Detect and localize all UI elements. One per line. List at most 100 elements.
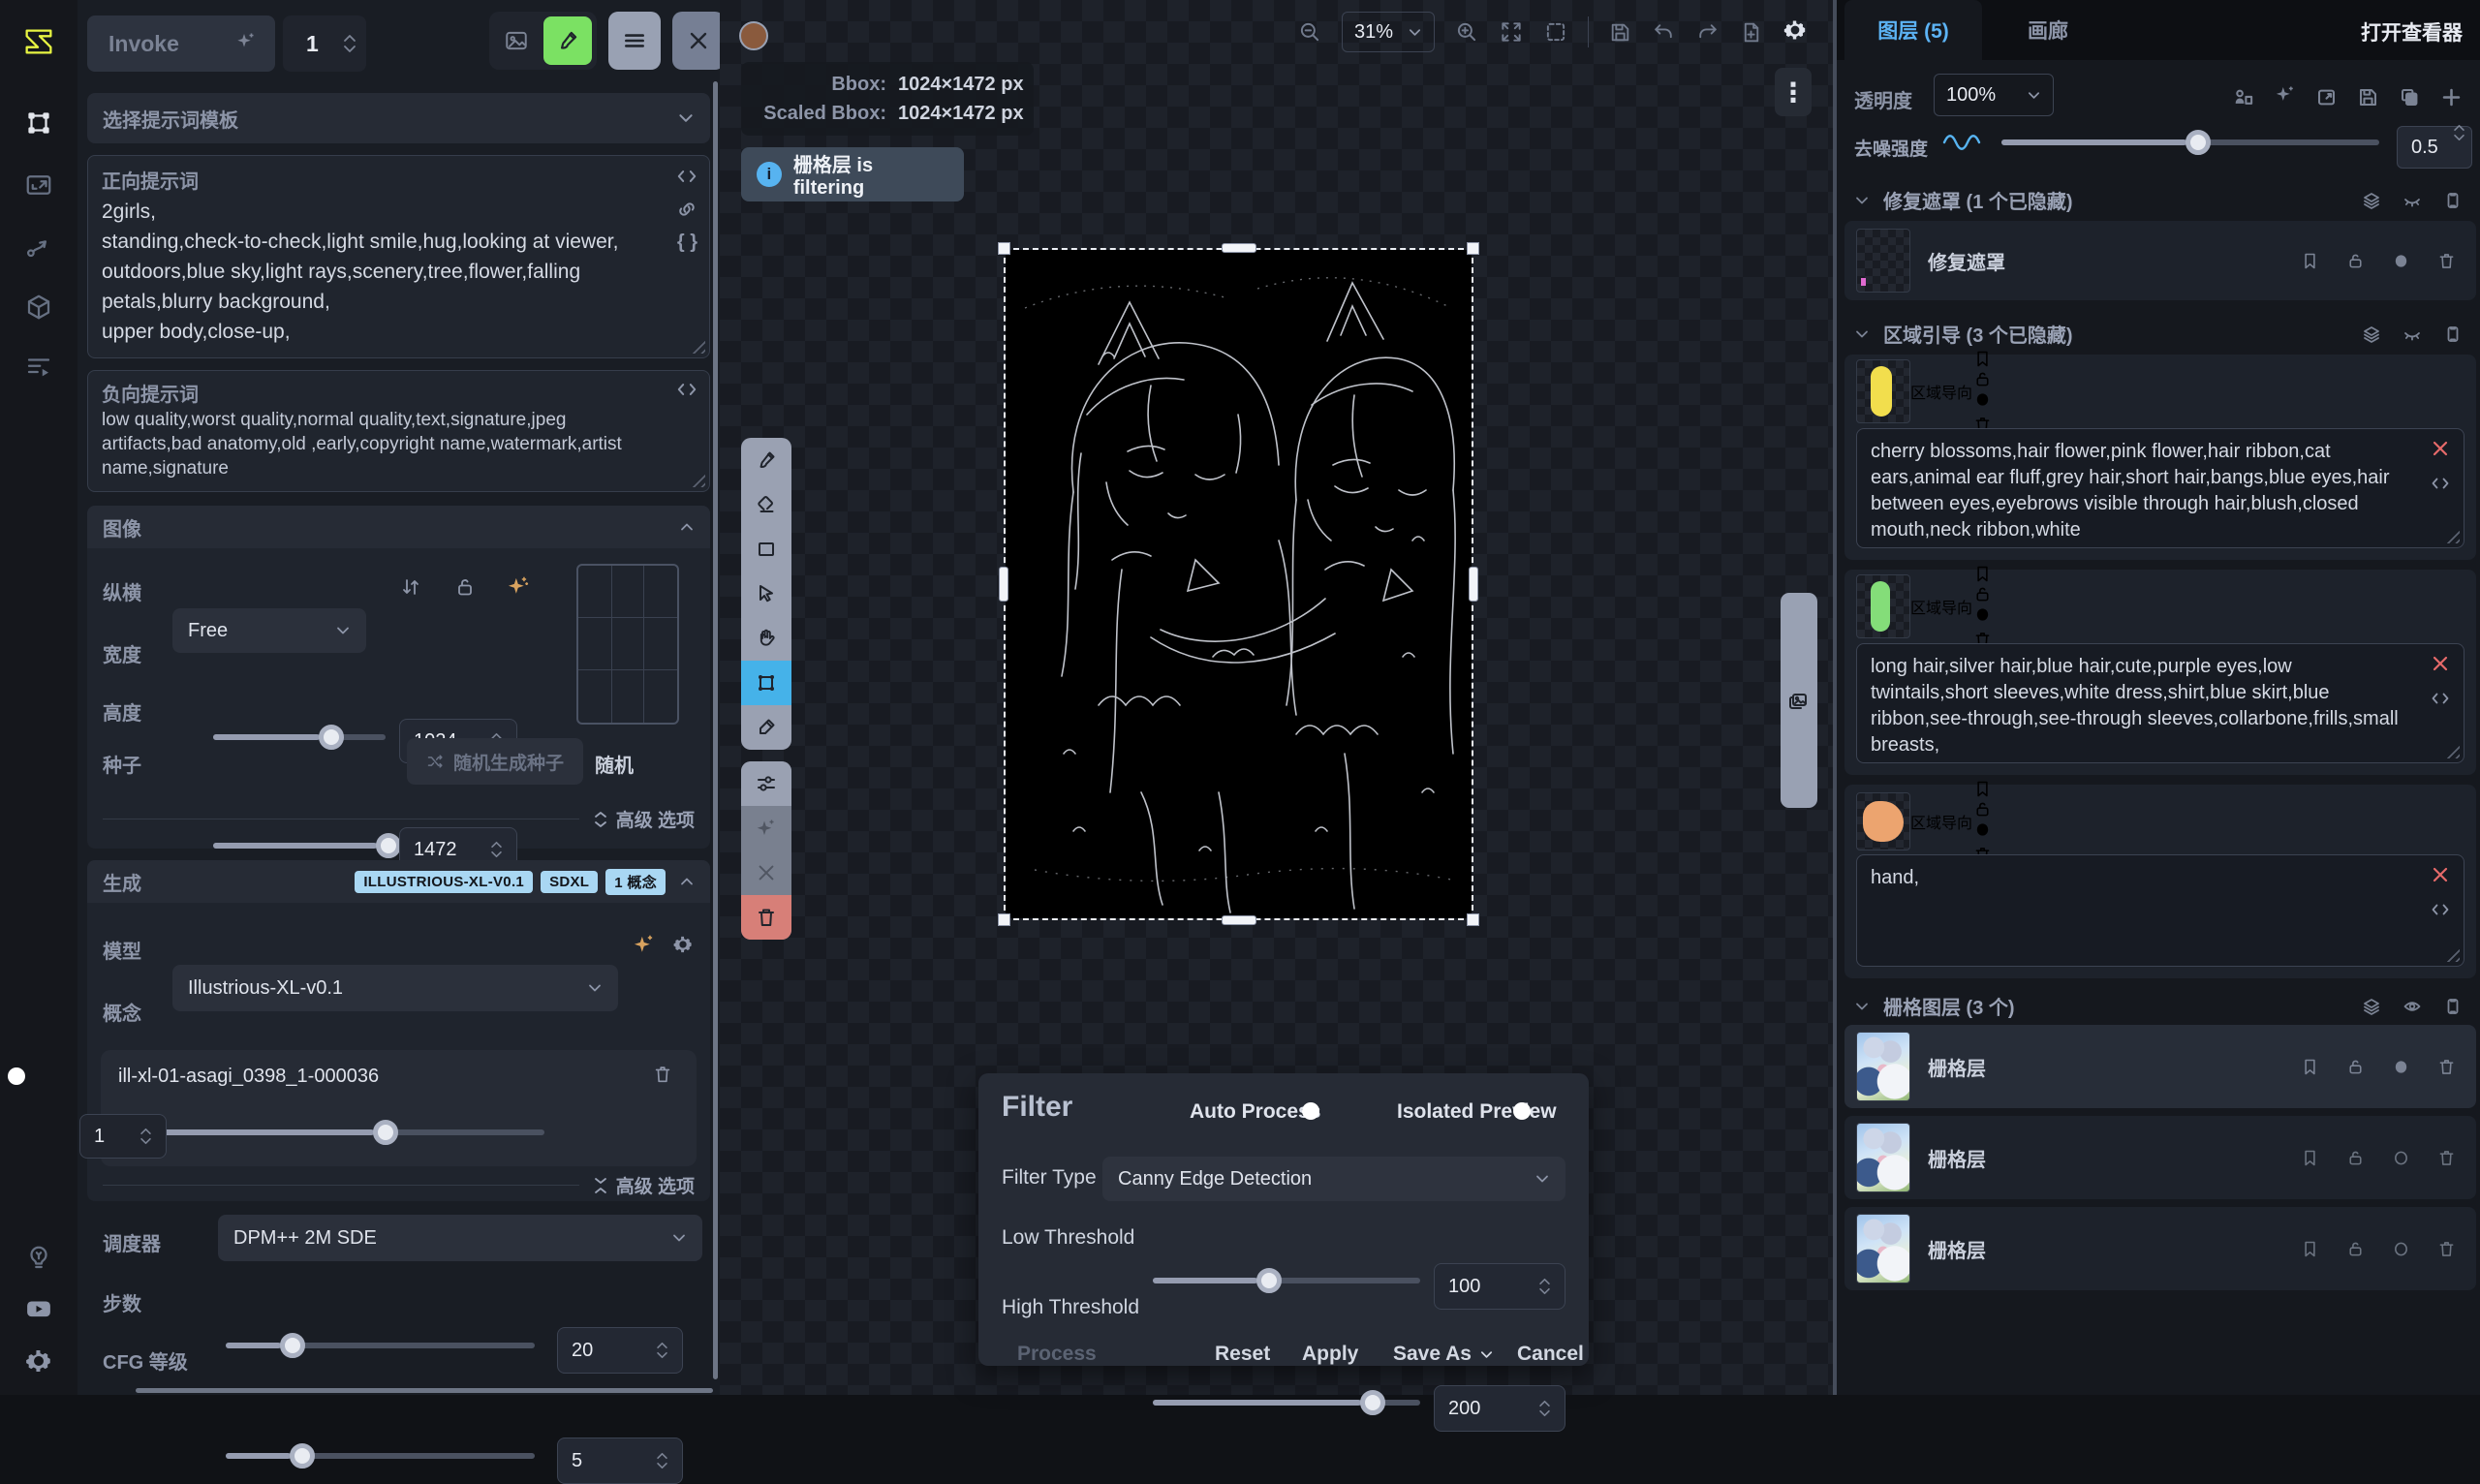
support-bulb-icon[interactable] bbox=[24, 1242, 53, 1271]
save-icon[interactable] bbox=[1608, 20, 1632, 45]
cfg-input[interactable]: 5 bbox=[557, 1438, 683, 1484]
optimize-size-sparkle-icon[interactable] bbox=[506, 573, 531, 603]
image-advanced-options[interactable]: 高级 选项 bbox=[103, 806, 695, 832]
region2-prompt-box[interactable]: long hair,silver hair,blue hair,cute,pur… bbox=[1856, 643, 2464, 763]
lock-open-icon[interactable] bbox=[1972, 799, 1993, 819]
eye-closed-icon[interactable] bbox=[2402, 325, 2422, 344]
crop-to-bbox-icon[interactable] bbox=[2315, 86, 2338, 108]
filter-type-select[interactable]: Canny Edge Detection bbox=[1102, 1157, 1566, 1201]
layers-icon[interactable] bbox=[2362, 191, 2381, 210]
bbox-handle-w[interactable] bbox=[999, 567, 1008, 602]
height-slider[interactable] bbox=[213, 843, 386, 849]
model-settings-gear-icon[interactable] bbox=[672, 934, 694, 960]
raster-layer-row-2[interactable]: 栅格层 bbox=[1844, 1116, 2476, 1199]
resize-handle[interactable] bbox=[688, 470, 705, 487]
model-select[interactable]: Illustrious-XL-v0.1 bbox=[172, 965, 618, 1011]
regional-section-header[interactable]: 区域引导 (3 个已隐藏) bbox=[1837, 320, 2480, 348]
region-card-3[interactable]: 区域导向 hand, bbox=[1844, 785, 2476, 978]
process-button[interactable]: Process bbox=[1017, 1343, 1097, 1366]
eye-closed-icon[interactable] bbox=[2402, 191, 2422, 210]
opacity-circle-icon[interactable] bbox=[2391, 1057, 2411, 1077]
upscale-tab-icon[interactable] bbox=[24, 170, 53, 200]
lock-open-icon[interactable] bbox=[2345, 1057, 2366, 1077]
layers-icon[interactable] bbox=[2362, 997, 2381, 1016]
workflows-tab-icon[interactable] bbox=[24, 232, 53, 262]
width-slider[interactable] bbox=[213, 734, 386, 740]
brush-mode-button[interactable] bbox=[543, 16, 592, 65]
region1-prompt-box[interactable]: cherry blossoms,hair flower,pink flower,… bbox=[1856, 428, 2464, 548]
region3-prompt-box[interactable]: hand, bbox=[1856, 854, 2464, 967]
collapse-chevron-icon[interactable] bbox=[679, 519, 695, 535]
bbox-handle-sw[interactable] bbox=[998, 913, 1010, 926]
youtube-icon[interactable] bbox=[24, 1294, 53, 1328]
horizontal-scrollbar[interactable] bbox=[136, 1388, 713, 1393]
low-threshold-slider[interactable] bbox=[1153, 1278, 1420, 1283]
lock-open-icon[interactable] bbox=[2345, 1239, 2366, 1259]
bbox-handle-se[interactable] bbox=[1467, 913, 1479, 926]
stepper-up-icon[interactable] bbox=[343, 34, 356, 43]
bbox-tool-icon[interactable] bbox=[741, 661, 791, 705]
new-canvas-icon[interactable] bbox=[1739, 20, 1763, 45]
save-canvas-icon[interactable] bbox=[2357, 86, 2379, 108]
fit-bbox-icon[interactable] bbox=[1543, 19, 1568, 45]
region-card-2[interactable]: 区域导向 long hair,silver hair,blue hair,cut… bbox=[1844, 570, 2476, 775]
region-card-1[interactable]: 区域导向 cherry blossoms,hair flower,pink fl… bbox=[1844, 355, 2476, 560]
prompt-template-selector[interactable]: 选择提示词模板 bbox=[87, 93, 710, 143]
region1-prompt-text[interactable]: cherry blossoms,hair flower,pink flower,… bbox=[1871, 441, 2390, 541]
stepper-down-icon[interactable] bbox=[343, 45, 356, 53]
new-from-sparkle-icon[interactable] bbox=[2274, 83, 2296, 110]
low-threshold-input[interactable]: 100 bbox=[1434, 1263, 1566, 1310]
bbox-handle-s[interactable] bbox=[1222, 915, 1256, 925]
canvas-more-menu-button[interactable]: ⋮ bbox=[1775, 68, 1812, 116]
apply-button[interactable]: Apply bbox=[1302, 1343, 1358, 1366]
region2-prompt-text[interactable]: long hair,silver hair,blue hair,cute,pur… bbox=[1871, 656, 2399, 756]
crop-frame-icon[interactable] bbox=[2443, 997, 2463, 1016]
cfg-slider[interactable] bbox=[226, 1453, 535, 1459]
generation-bbox[interactable] bbox=[1006, 250, 1472, 918]
code-icon[interactable] bbox=[2431, 474, 2450, 493]
canvas-tab-icon[interactable] bbox=[24, 108, 53, 138]
bbox-handle-e[interactable] bbox=[1469, 567, 1478, 602]
remove-prompt-x-icon[interactable] bbox=[2431, 439, 2450, 458]
lock-open-icon[interactable] bbox=[2345, 1148, 2366, 1168]
redo-icon[interactable] bbox=[1695, 20, 1720, 45]
undo-icon[interactable] bbox=[1652, 20, 1676, 45]
merge-visible-icon[interactable] bbox=[2232, 86, 2254, 108]
denoise-slider[interactable] bbox=[2001, 139, 2379, 145]
pan-hand-tool-icon[interactable] bbox=[741, 616, 791, 661]
trash-icon[interactable] bbox=[2436, 1057, 2457, 1077]
bookmark-icon[interactable] bbox=[2300, 251, 2320, 271]
trash-icon[interactable] bbox=[2436, 1239, 2457, 1259]
bookmark-icon[interactable] bbox=[2300, 1057, 2320, 1077]
region3-prompt-text[interactable]: hand, bbox=[1871, 867, 1919, 888]
delete-layer-trash-icon[interactable] bbox=[741, 895, 791, 940]
raster-layer-row-1[interactable]: 栅格层 bbox=[1844, 1025, 2476, 1108]
bookmark-icon[interactable] bbox=[1972, 564, 1993, 584]
crop-frame-icon[interactable] bbox=[2443, 325, 2463, 344]
code-icon[interactable] bbox=[2431, 689, 2450, 708]
trash-icon[interactable] bbox=[2436, 1148, 2457, 1168]
zoom-level-select[interactable]: 31% bbox=[1342, 12, 1435, 52]
color-swatch[interactable] bbox=[739, 21, 768, 50]
cancel-x-icon[interactable] bbox=[741, 850, 791, 895]
high-threshold-input[interactable]: 200 bbox=[1434, 1385, 1566, 1432]
reset-button[interactable]: Reset bbox=[1215, 1343, 1270, 1366]
settings-gear-icon[interactable] bbox=[24, 1346, 53, 1380]
gallery-panel-toggle[interactable] bbox=[1781, 593, 1817, 808]
queue-tab-icon[interactable] bbox=[24, 353, 53, 382]
swap-dimensions-icon[interactable] bbox=[399, 575, 422, 599]
tab-gallery[interactable]: 画廊 bbox=[2000, 0, 2096, 60]
transform-sparkle-icon[interactable] bbox=[741, 806, 791, 850]
opacity-circle-outline-icon[interactable] bbox=[2391, 1148, 2411, 1168]
add-layer-plus-icon[interactable] bbox=[2440, 86, 2463, 108]
move-tool-icon[interactable] bbox=[741, 572, 791, 616]
collapse-chevron-icon[interactable] bbox=[679, 874, 695, 889]
rect-tool-icon[interactable] bbox=[741, 527, 791, 572]
opacity-select[interactable]: 100% bbox=[1934, 74, 2054, 116]
inpaint-section-header[interactable]: 修复遮罩 (1 个已隐藏) bbox=[1837, 186, 2480, 214]
inpaint-layer-row[interactable]: 修复遮罩 bbox=[1844, 221, 2476, 300]
raster-section-header[interactable]: 栅格图层 (3 个) bbox=[1837, 992, 2480, 1020]
lora-weight-slider[interactable] bbox=[118, 1129, 544, 1135]
negative-prompt-box[interactable]: 负向提示词 low quality,worst quality,normal q… bbox=[87, 370, 710, 492]
steps-input[interactable]: 20 bbox=[557, 1327, 683, 1374]
